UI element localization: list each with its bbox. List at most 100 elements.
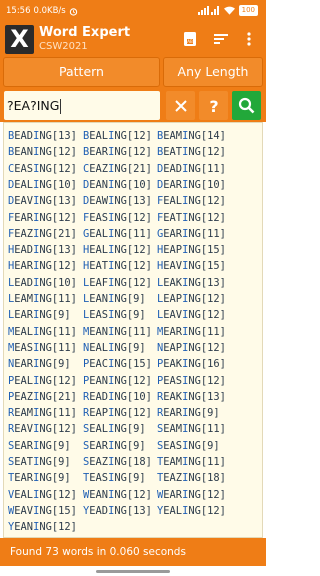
word-result[interactable]: LEAPING[12] [157,293,226,306]
word-result[interactable]: BEANING[12] [8,146,77,159]
word-result[interactable]: TEARING[9] [8,472,71,485]
word-result[interactable]: SEALING[9] [83,423,146,436]
word-result[interactable]: HEAPING[15] [157,244,226,257]
word-result[interactable]: FEATING[12] [157,212,226,225]
length-button[interactable]: Any Length [163,57,263,87]
word-result[interactable]: YEALING[12] [157,505,226,518]
word-score: [12] [126,407,152,420]
word-result[interactable]: DEAVING[13] [8,195,77,208]
word-result[interactable]: READING[10] [83,391,152,404]
word-result[interactable]: PEAZING[21] [8,391,77,404]
word-score: [12] [200,146,226,159]
word-result[interactable]: DEADING[11] [157,163,226,176]
word-result[interactable]: NEALING[9] [83,342,146,355]
word-score: [11] [51,407,77,420]
word-result[interactable]: BEALING[12] [83,130,152,143]
word-result[interactable]: LEAFING[12] [83,277,152,290]
word-result[interactable]: NEARING[9] [8,358,71,371]
word-result[interactable]: BEADING[13] [8,130,77,143]
word-result[interactable]: REAMING[11] [8,407,77,420]
word-result[interactable]: VEALING[12] [8,489,77,502]
dictionary-name[interactable]: CSW2021 [39,41,88,52]
word-result[interactable]: YEADING[13] [83,505,152,518]
dictionary-icon[interactable]: AB [181,30,199,48]
word-result[interactable]: HEATING[12] [83,260,152,273]
word-result[interactable]: TEAZING[18] [157,472,226,485]
word-result[interactable]: PEANING[12] [83,375,152,388]
word-result[interactable]: REAKING[13] [157,391,226,404]
word-result[interactable]: LEASING[9] [83,309,146,322]
word-result[interactable]: DEALING[10] [8,179,77,192]
word-result[interactable]: BEARING[12] [83,146,152,159]
word-result[interactable]: FEARING[12] [8,212,77,225]
word-result[interactable]: SEAZING[18] [83,456,152,469]
word-result[interactable]: PEALING[12] [8,375,77,388]
home-indicator[interactable] [96,570,170,573]
word-result[interactable]: GEALING[11] [83,228,152,241]
word-result[interactable]: LEAMING[11] [8,293,77,306]
word-result[interactable]: SEATING[9] [8,456,71,469]
word-result[interactable]: REAVING[12] [8,423,77,436]
word-result[interactable]: DEAWING[13] [83,195,152,208]
word-result[interactable]: HEADING[13] [8,244,77,257]
word-result[interactable]: NEAPING[12] [157,342,226,355]
search-button[interactable] [232,91,261,120]
word-result[interactable]: TEAMING[11] [157,456,226,469]
word-result[interactable]: PEASING[12] [157,375,226,388]
word-score: [12] [200,341,226,354]
more-options-icon[interactable] [240,30,258,48]
word-result[interactable]: CEAZING[21] [83,163,152,176]
word-result[interactable]: WEANING[12] [83,489,152,502]
app-logo: X [5,25,34,54]
word-result[interactable]: HEAVING[15] [157,260,226,273]
word-score: [12] [51,374,77,387]
word-score: [10] [126,390,152,403]
word-result[interactable]: LEARING[9] [8,309,71,322]
word-result[interactable]: HEARING[12] [8,260,77,273]
word-result[interactable]: LEANING[9] [83,293,146,306]
word-score: [18] [126,456,152,468]
word-score: [13] [126,504,152,517]
word-score: [9] [126,439,146,452]
help-button[interactable]: ? [199,91,228,120]
word-result[interactable]: PEAKING[16] [157,358,226,371]
pattern-button[interactable]: Pattern [3,57,160,87]
results-list[interactable]: BEADING[13] BEALING[12] BEAMING[14] BEANING… [3,122,263,538]
word-result[interactable]: YEANING[12] [8,521,77,534]
word-result[interactable]: SEASING[9] [157,440,220,453]
word-score: [12] [51,521,77,534]
word-result[interactable]: MEASING[11] [8,342,77,355]
clear-button[interactable] [166,91,195,120]
word-score: [12] [51,260,77,273]
word-result[interactable]: WEARING[12] [157,489,226,502]
word-result[interactable]: BEAMING[14] [157,130,226,143]
sort-icon[interactable] [212,30,230,48]
word-result[interactable]: FEALING[12] [157,195,226,208]
word-result[interactable]: HEALING[12] [83,244,152,257]
word-result[interactable]: PEACING[15] [83,358,152,371]
word-result[interactable]: FEASING[12] [83,212,152,225]
pattern-input[interactable]: ?EA?ING [4,91,160,120]
word-result[interactable]: REARING[9] [157,407,220,420]
word-result[interactable]: LEADING[10] [8,277,77,290]
word-result[interactable]: SEARING[9] [8,440,71,453]
word-result[interactable]: DEARING[10] [157,179,226,192]
word-result[interactable]: FEAZING[21] [8,228,77,241]
word-result[interactable]: LEAVING[12] [157,309,226,322]
word-result[interactable]: DEANING[10] [83,179,152,192]
word-result[interactable]: MEALING[11] [8,326,77,339]
word-result[interactable]: REAPING[12] [83,407,152,420]
word-score: [12] [200,293,226,305]
word-result[interactable]: SEAMING[11] [157,423,226,436]
word-result[interactable]: TEASING[9] [83,472,146,485]
word-result[interactable]: MEANING[11] [83,326,152,339]
word-result[interactable]: CEASING[12] [8,163,77,176]
word-result[interactable]: WEAVING[15] [8,505,77,518]
word-score: [12] [126,146,152,159]
word-result[interactable]: SEARING[9] [83,440,146,453]
word-score: [11] [51,325,77,338]
word-result[interactable]: LEAKING[13] [157,277,226,290]
word-result[interactable]: BEATING[12] [157,146,226,159]
word-result[interactable]: GEARING[11] [157,228,226,241]
word-result[interactable]: MEARING[11] [157,326,226,339]
